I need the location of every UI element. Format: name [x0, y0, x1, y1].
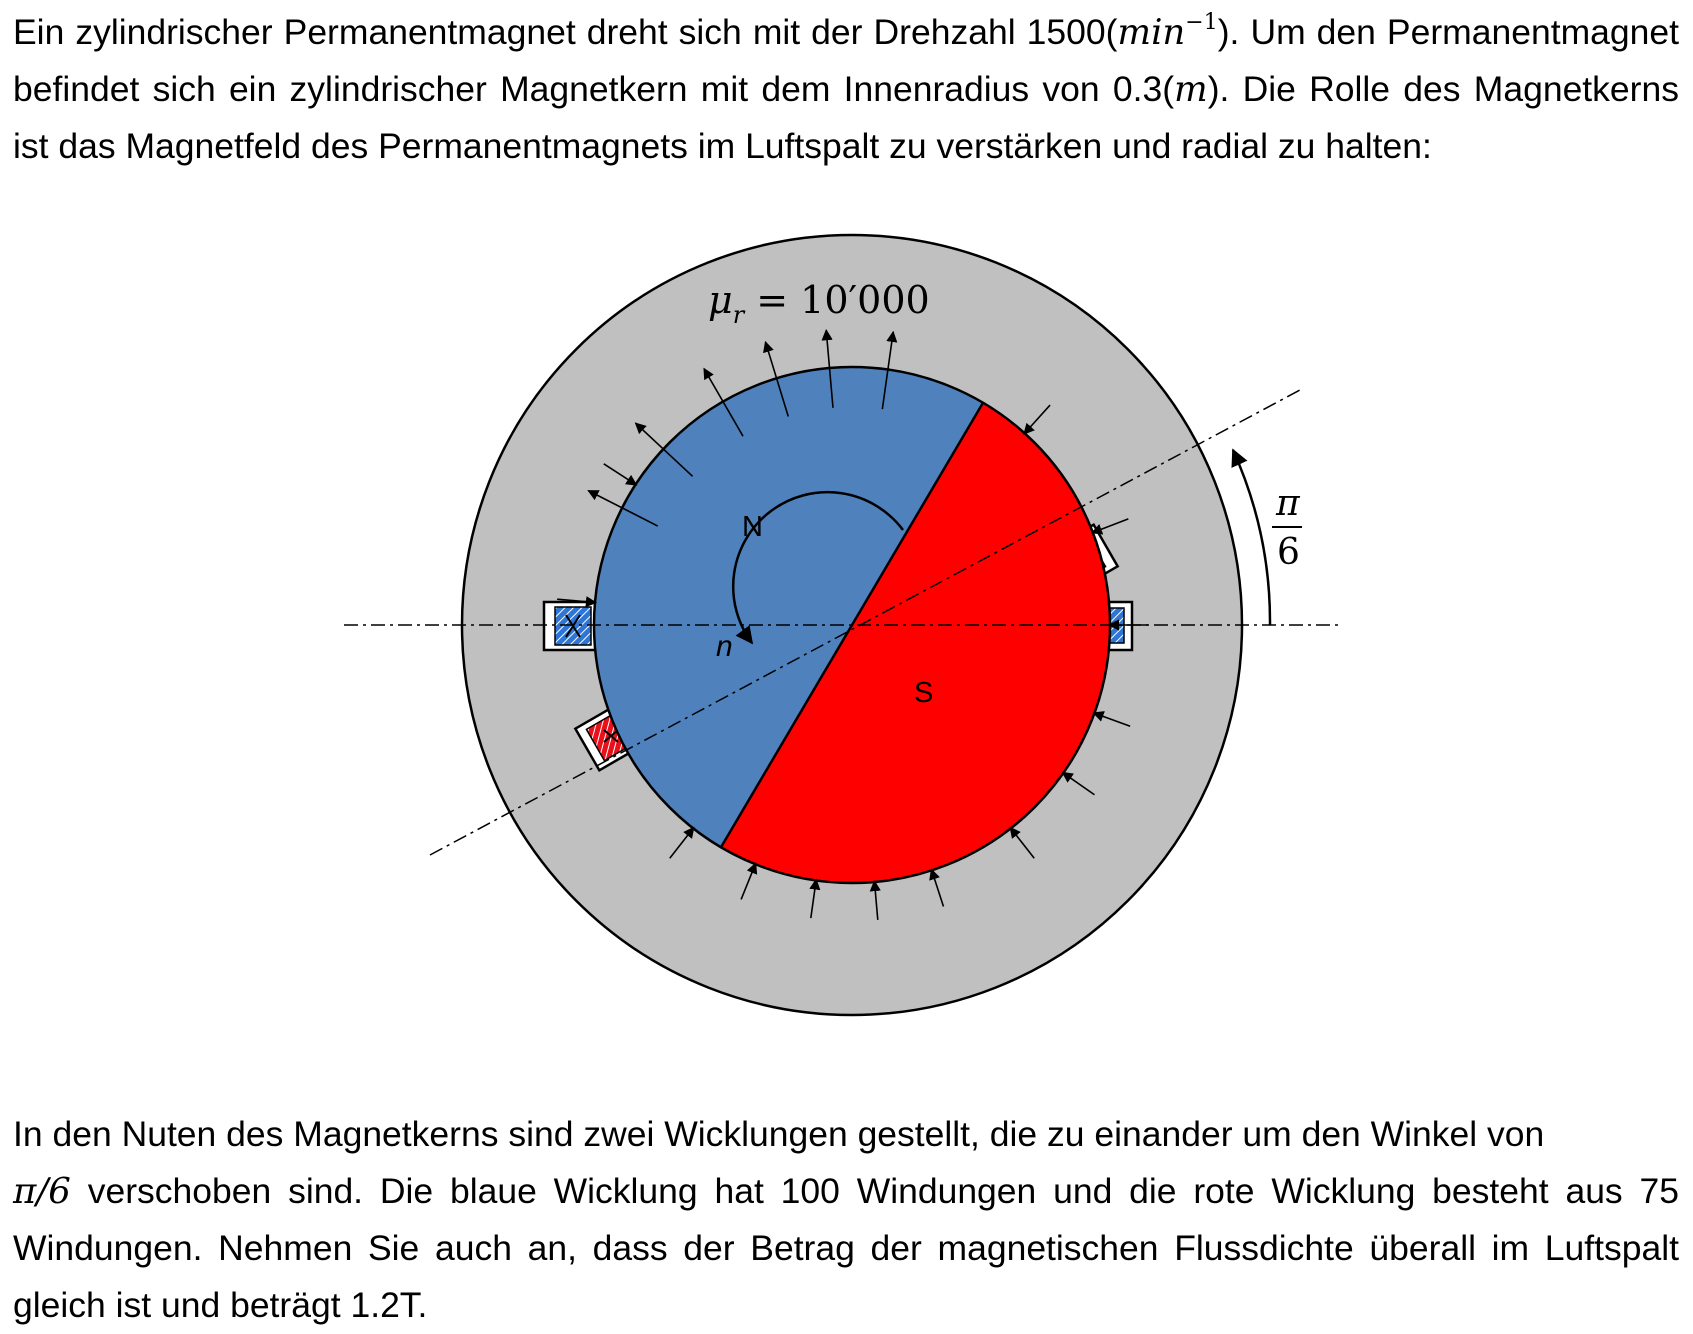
- problem-paragraph-1: Ein zylindrischer Permanentmagnet dreht …: [13, 4, 1679, 175]
- north-pole-label: N: [742, 511, 763, 543]
- problem-paragraph-2: In den Nuten des Magnetkerns sind zwei W…: [13, 1106, 1679, 1334]
- angle-label-numerator: π: [1275, 483, 1301, 524]
- math-unit-min: min: [1117, 12, 1186, 53]
- text-segment: In den Nuten des Magnetkerns sind zwei W…: [13, 1114, 1545, 1154]
- text-segment: Ein zylindrischer Permanentmagnet dreht …: [13, 12, 1118, 52]
- machine-cross-section-figure: μr = 10′000 N S n π 6: [344, 233, 1340, 1017]
- text-segment: verschoben sind. Die blaue Wicklung hat …: [13, 1171, 1679, 1325]
- math-unit-m: m: [1174, 69, 1208, 110]
- angle-label-denominator: 6: [1277, 532, 1300, 573]
- math-exponent: −1: [1185, 10, 1218, 35]
- rotation-speed-label: n: [716, 630, 733, 663]
- south-pole-label: S: [914, 677, 933, 709]
- math-angle: π/6: [13, 1171, 71, 1212]
